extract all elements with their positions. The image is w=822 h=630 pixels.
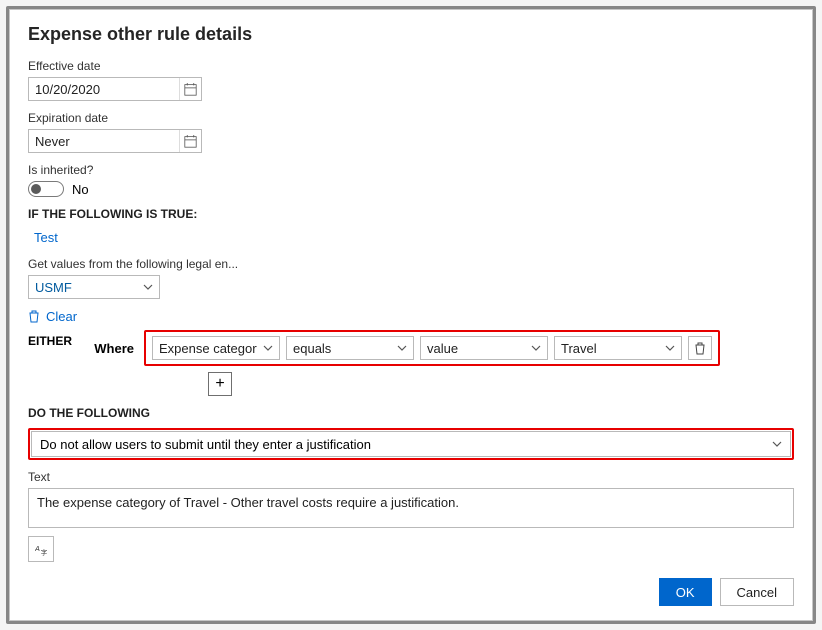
calendar-icon[interactable] xyxy=(179,78,201,100)
condition-row-highlight: Expense category equals value Trave xyxy=(144,330,720,366)
either-label: EITHER xyxy=(28,330,88,348)
action-select-value: Do not allow users to submit until they … xyxy=(32,437,764,452)
rule-details-dialog: Expense other rule details Effective dat… xyxy=(9,9,813,621)
effective-date-value: 10/20/2020 xyxy=(29,82,179,97)
condition-value: Travel xyxy=(555,341,659,356)
condition-type-value: value xyxy=(421,341,525,356)
test-link[interactable]: Test xyxy=(34,230,58,245)
plus-icon: + xyxy=(215,375,224,393)
dialog-title: Expense other rule details xyxy=(28,24,794,45)
inherited-value: No xyxy=(72,182,89,197)
chevron-down-icon xyxy=(391,343,413,353)
svg-text:A: A xyxy=(35,544,40,553)
legal-entity-value: USMF xyxy=(29,280,137,295)
conditions-section-title: IF THE FOLLOWING IS TRUE: xyxy=(28,207,794,221)
effective-date-label: Effective date xyxy=(28,59,794,73)
condition-value-select[interactable]: Travel xyxy=(554,336,682,360)
clear-button[interactable]: Clear xyxy=(46,309,77,324)
add-condition-button[interactable]: + xyxy=(208,372,232,396)
condition-type-select[interactable]: value xyxy=(420,336,548,360)
inherited-toggle[interactable] xyxy=(28,181,64,197)
calendar-icon[interactable] xyxy=(179,130,201,152)
justification-text-value: The expense category of Travel - Other t… xyxy=(37,495,459,510)
delete-condition-button[interactable] xyxy=(688,336,712,360)
chevron-down-icon xyxy=(659,343,681,353)
actions-section-title: DO THE FOLLOWING xyxy=(28,406,794,420)
expiration-date-value: Never xyxy=(29,134,179,149)
justification-text-input[interactable]: The expense category of Travel - Other t… xyxy=(28,488,794,528)
legal-entity-label: Get values from the following legal en..… xyxy=(28,257,794,271)
condition-operator-value: equals xyxy=(287,341,391,356)
chevron-down-icon xyxy=(257,343,279,353)
translate-button[interactable]: A 字 xyxy=(28,536,54,562)
chevron-down-icon xyxy=(137,282,159,292)
translate-icon: A 字 xyxy=(35,543,48,556)
trash-icon xyxy=(694,342,706,355)
where-label: Where xyxy=(88,341,138,356)
action-select[interactable]: Do not allow users to submit until they … xyxy=(31,431,791,457)
action-highlight: Do not allow users to submit until they … xyxy=(28,428,794,460)
chevron-down-icon xyxy=(764,439,790,449)
condition-field-value: Expense category xyxy=(153,341,257,356)
chevron-down-icon xyxy=(525,343,547,353)
legal-entity-select[interactable]: USMF xyxy=(28,275,160,299)
condition-field-select[interactable]: Expense category xyxy=(152,336,280,360)
cancel-button[interactable]: Cancel xyxy=(720,578,794,606)
svg-text:字: 字 xyxy=(40,547,47,556)
expiration-date-input[interactable]: Never xyxy=(28,129,202,153)
effective-date-input[interactable]: 10/20/2020 xyxy=(28,77,202,101)
condition-operator-select[interactable]: equals xyxy=(286,336,414,360)
inherited-label: Is inherited? xyxy=(28,163,794,177)
expiration-date-label: Expiration date xyxy=(28,111,794,125)
trash-icon[interactable] xyxy=(28,310,40,323)
text-label: Text xyxy=(28,470,794,484)
ok-button[interactable]: OK xyxy=(659,578,712,606)
